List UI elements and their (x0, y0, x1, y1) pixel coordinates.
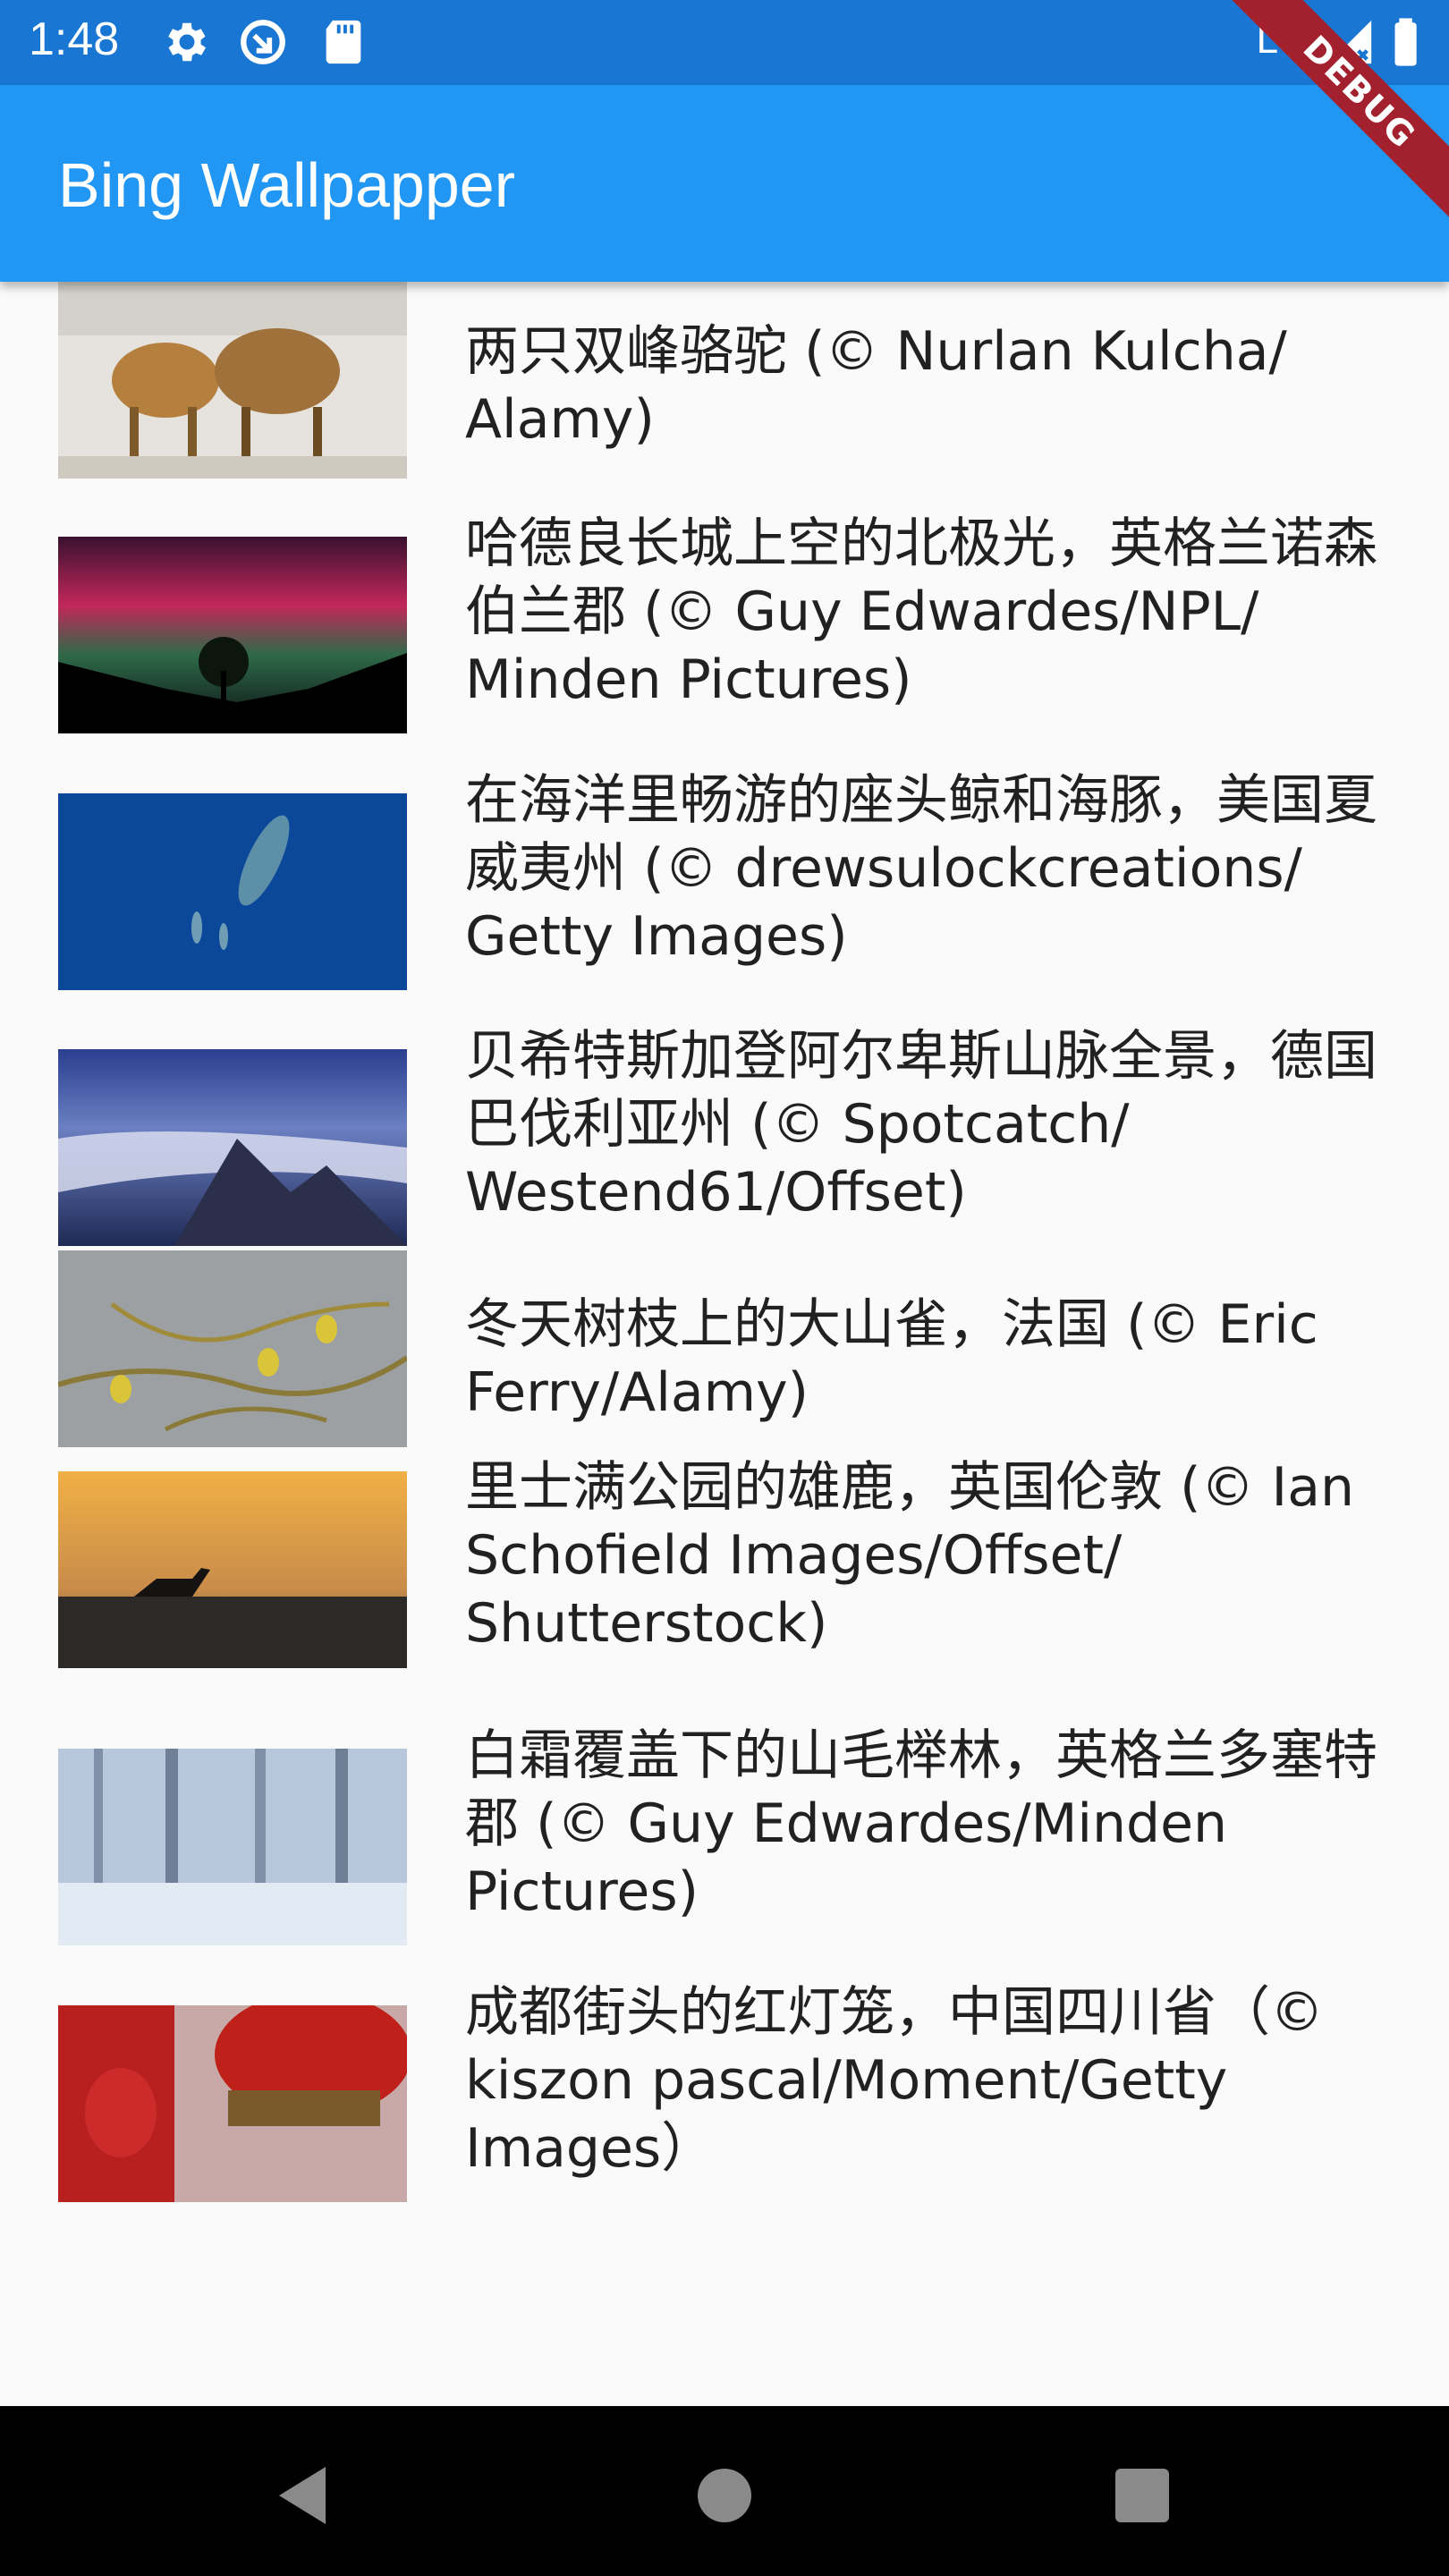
wallpaper-caption: 在海洋里畅游的座头鲸和海豚，美国夏威夷州 (© drewsulockcreati… (465, 769, 1377, 968)
status-time: 1:48 (29, 13, 120, 65)
recents-icon[interactable] (1106, 2460, 1178, 2531)
wallpaper-thumbnail[interactable] (58, 282, 407, 479)
wallpaper-caption: 贝希特斯加登阿尔卑斯山脉全景，德国巴伐利亚州 (© Spotcatch/ Wes… (465, 1025, 1377, 1224)
wallpaper-caption: 里士满公园的雄鹿，英国伦敦 (© Ian Schofield Images/Of… (465, 1456, 1355, 1655)
wallpaper-thumbnail[interactable] (58, 537, 407, 733)
gear-icon (161, 16, 213, 68)
app-bar: Bing Wallpapper (0, 85, 1449, 282)
wallpaper-thumbnail[interactable] (58, 1749, 407, 1945)
wallpaper-caption: 哈德良长城上空的北极光，英格兰诺森伯兰郡 (© Guy Edwardes/NPL… (465, 513, 1377, 711)
wallpaper-thumbnail[interactable] (58, 1250, 407, 1447)
battery-icon (1382, 16, 1434, 68)
wallpaper-caption: 冬天树枝上的大山雀，法国 (© Eric Ferry/Alamy) (465, 1293, 1318, 1424)
wallpaper-caption: 白霜覆盖下的山毛榉林，英格兰多塞特郡 (© Guy Edwardes/Minde… (465, 1724, 1377, 1923)
wallpaper-thumbnail[interactable] (58, 1471, 407, 1668)
home-icon[interactable] (689, 2460, 760, 2531)
status-bar: 1:48 LTE (0, 0, 1449, 85)
wallpaper-thumbnail[interactable] (58, 1049, 407, 1246)
sd-card-icon (318, 16, 369, 68)
wallpaper-thumbnail[interactable] (58, 2005, 407, 2202)
wallpaper-caption: 成都街头的红灯笼，中国四川省（© kiszon pascal/Moment/Ge… (465, 1981, 1324, 2180)
page-title: Bing Wallpapper (58, 150, 516, 220)
sync-icon (237, 16, 289, 68)
back-icon[interactable] (268, 2460, 340, 2531)
wallpaper-thumbnail[interactable] (58, 793, 407, 990)
navigation-bar (0, 2406, 1449, 2576)
wallpaper-caption: 两只双峰骆驼 (© Nurlan Kulcha/ Alamy) (465, 320, 1287, 451)
